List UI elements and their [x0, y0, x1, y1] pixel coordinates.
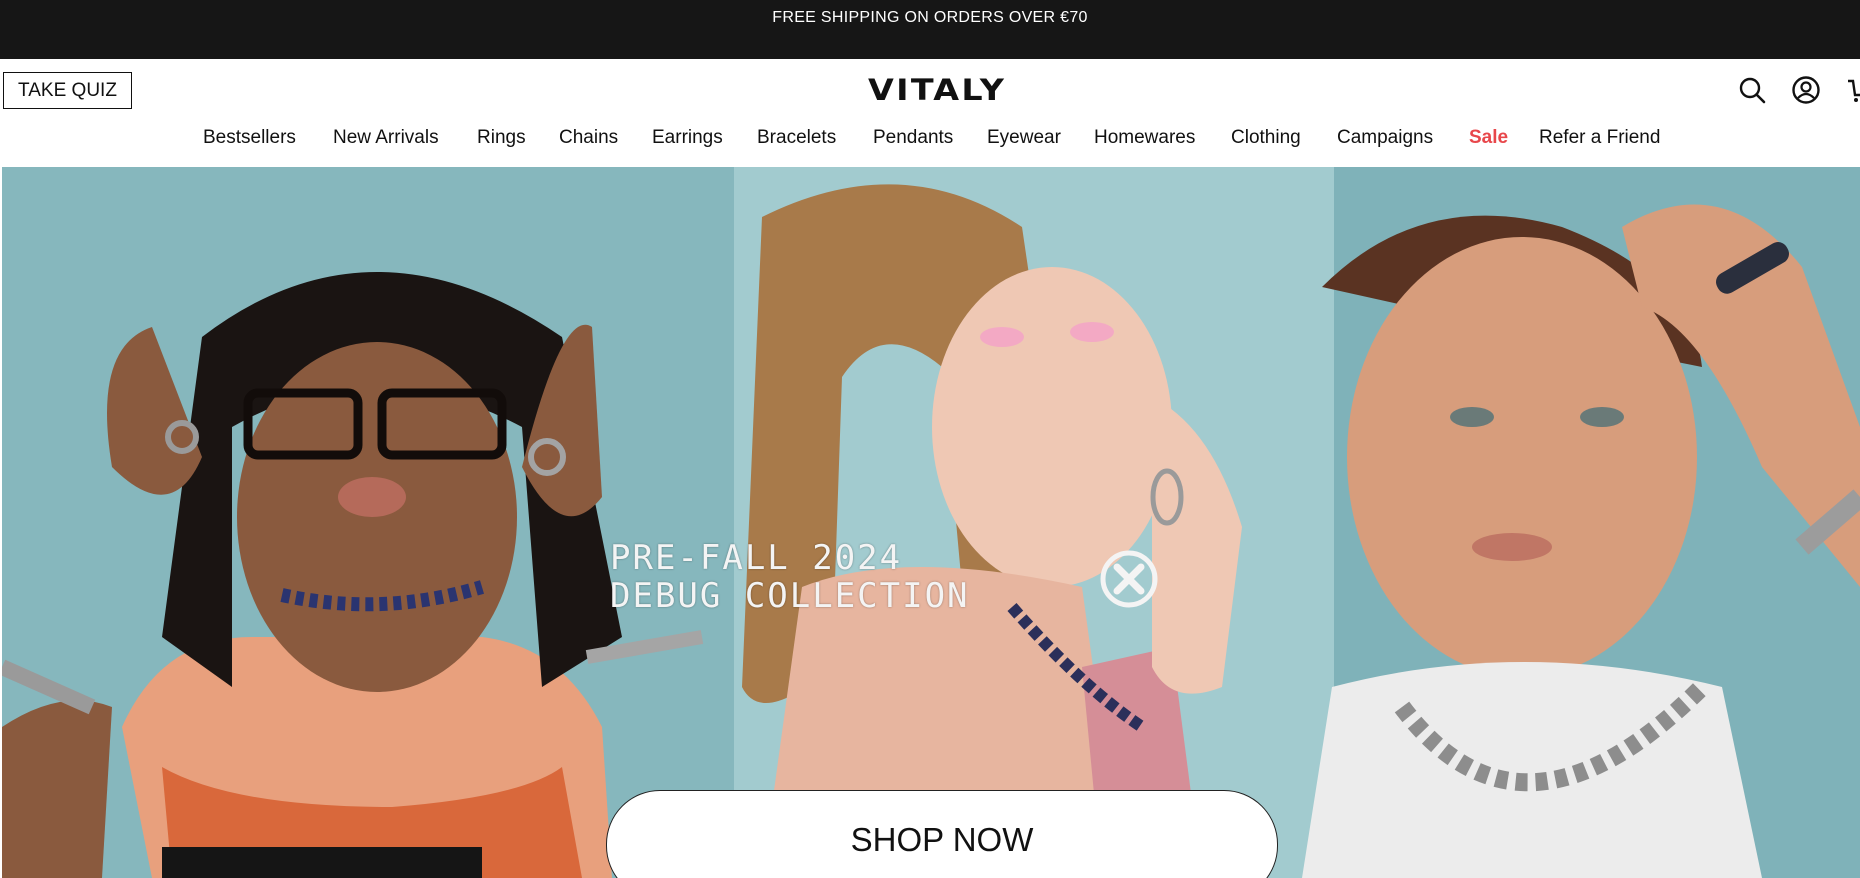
site-header: TAKE QUIZ VITALY Bestsellers New Arrival… — [0, 59, 1860, 167]
nav-item-earrings[interactable]: Earrings — [652, 127, 723, 149]
hero-title: PRE-FALL 2024 DEBUG COLLECTION — [610, 539, 970, 615]
shop-now-button[interactable]: SHOP NOW — [606, 790, 1278, 878]
nav-item-refer-a-friend[interactable]: Refer a Friend — [1539, 127, 1660, 149]
nav-item-bracelets[interactable]: Bracelets — [757, 127, 836, 149]
nav-item-clothing[interactable]: Clothing — [1231, 127, 1301, 149]
hero-title-line-1: PRE-FALL 2024 — [610, 538, 903, 578]
hero-campaign-image — [2, 167, 1860, 878]
announcement-bar: FREE SHIPPING ON ORDERS OVER €70 — [0, 0, 1860, 59]
account-icon[interactable] — [1791, 75, 1821, 105]
nav-item-pendants[interactable]: Pendants — [873, 127, 953, 149]
nav-item-homewares[interactable]: Homewares — [1094, 127, 1195, 149]
nav-item-bestsellers[interactable]: Bestsellers — [203, 127, 296, 149]
brand-x-badge-icon — [1100, 550, 1158, 608]
take-quiz-button[interactable]: TAKE QUIZ — [3, 72, 132, 109]
cart-icon[interactable] — [1846, 75, 1860, 105]
hero-title-line-2: DEBUG COLLECTION — [610, 576, 970, 616]
nav-item-sale[interactable]: Sale — [1469, 127, 1508, 149]
nav-item-rings[interactable]: Rings — [477, 127, 526, 149]
nav-item-chains[interactable]: Chains — [559, 127, 618, 149]
announcement-text: FREE SHIPPING ON ORDERS OVER €70 — [772, 9, 1088, 26]
search-icon[interactable] — [1737, 75, 1767, 105]
brand-logo[interactable]: VITALY — [868, 73, 1006, 107]
main-nav: Bestsellers New Arrivals Rings Chains Ea… — [0, 127, 1860, 159]
hero-banner[interactable]: PRE-FALL 2024 DEBUG COLLECTION SHOP NOW — [2, 167, 1860, 878]
nav-item-eyewear[interactable]: Eyewear — [987, 127, 1061, 149]
nav-item-campaigns[interactable]: Campaigns — [1337, 127, 1433, 149]
nav-item-new-arrivals[interactable]: New Arrivals — [333, 127, 439, 149]
